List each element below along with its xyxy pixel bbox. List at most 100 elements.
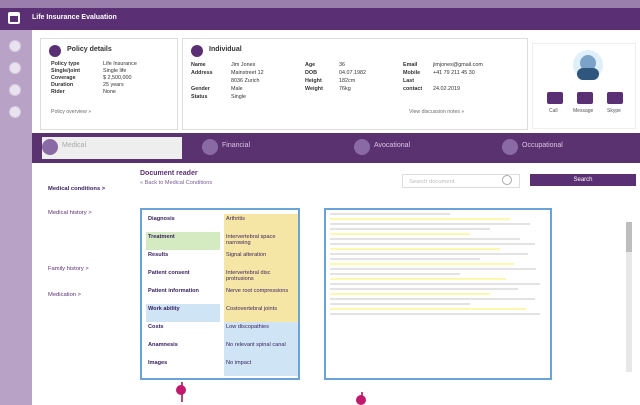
doc-line (330, 228, 490, 230)
individual-title: Individual (209, 46, 242, 53)
grid-key: Images (148, 360, 168, 366)
nav-medical-history[interactable]: Medical history > (48, 210, 92, 216)
policy-row-label: Coverage (51, 75, 76, 81)
document-preview (324, 208, 552, 380)
skype-label: Skype (607, 108, 621, 114)
grid-row: Costs Low discopathies (146, 322, 298, 340)
grid-value: Nerve root compressions (224, 286, 298, 304)
search-button[interactable]: Search (530, 174, 636, 186)
policy-title: Policy details (67, 46, 112, 53)
app-title: Life Insurance Evaluation (32, 14, 117, 21)
grid-value: Costovertebral joints (224, 304, 298, 322)
age-label: Age (305, 62, 316, 68)
document-reader: Document reader « Back to Medical Condit… (140, 170, 640, 402)
individual-right: Email jimjones@gmail.com Mobile +41 79 211… (403, 61, 483, 93)
doc-line (330, 223, 530, 225)
policy-row-value: Life Insurance (103, 61, 137, 67)
grid-value: Signal alteration (224, 250, 298, 268)
policy-row-label: Rider (51, 89, 65, 95)
nav-medication[interactable]: Medication > (48, 292, 81, 298)
scroll-thumb[interactable] (626, 222, 632, 252)
tab-occupational[interactable]: Occupational (502, 137, 632, 159)
doc-line (330, 243, 535, 245)
tab-financial-label: Financial (222, 142, 251, 149)
name-label: Name (191, 62, 206, 68)
grid-key: Treatment (146, 232, 220, 250)
doc-line (330, 258, 480, 260)
name-value: Jim Jones (231, 62, 256, 68)
weight-value: 76kg (339, 86, 351, 92)
marker-dot (356, 395, 366, 405)
address-line1: Mainstreet 12 (231, 70, 264, 76)
gender-value: Male (231, 86, 243, 92)
doc-highlight (330, 218, 510, 220)
tab-financial[interactable]: Financial (202, 137, 332, 159)
gender-label: Gender (191, 86, 210, 92)
settings-rail-icon[interactable] (9, 106, 21, 118)
user-rail-icon[interactable] (9, 84, 21, 96)
individual-icon (191, 45, 203, 57)
home-rail-icon[interactable] (9, 62, 21, 74)
grid-value: Intervertebral disc protrusions (224, 268, 298, 286)
skype-icon[interactable] (607, 92, 623, 104)
home-icon[interactable] (8, 12, 20, 24)
nav-family-history[interactable]: Family history > (48, 266, 89, 272)
grid-key: Results (148, 252, 169, 258)
avocational-icon (354, 139, 370, 155)
section-tabs: Medical Financial Avocational Occupation… (32, 133, 640, 163)
doc-line (330, 313, 540, 315)
marker-dot (176, 385, 186, 395)
back-link[interactable]: « Back to Medical Conditions (140, 180, 212, 186)
doc-highlight (330, 233, 470, 235)
status-value: Single (231, 94, 246, 100)
address-line2: 8036 Zurich (231, 78, 260, 84)
individual-middle: Age 36 DOB 04.07.1982 Height 182cm Weight 76… (305, 61, 366, 93)
grid-key: Costs (148, 324, 164, 330)
tab-avocational[interactable]: Avocational (354, 137, 484, 159)
grid-row: Work ability Costovertebral joints (146, 304, 298, 322)
grid-row: Results Signal alteration (146, 250, 298, 268)
view-notes-link[interactable]: View discussion notes » (409, 109, 464, 115)
grid-value: Low discopathies (224, 322, 298, 340)
policy-table: Policy type Life Insurance Single/joint Si… (51, 61, 161, 96)
call-icon[interactable] (547, 92, 563, 104)
grid-key: Anamnesis (148, 342, 178, 348)
tab-medical[interactable]: Medical (42, 137, 182, 159)
menu-icon[interactable] (9, 40, 21, 52)
individual-panel: Individual Name Jim Jones Address Mainstre… (182, 38, 528, 130)
policy-row-label: Single/joint (51, 68, 81, 74)
height-value: 182cm (339, 78, 356, 84)
reader-title: Document reader (140, 170, 198, 177)
medical-icon (42, 139, 58, 155)
tab-medical-label: Medical (62, 142, 87, 149)
lastcontact-label: Last contact (403, 78, 423, 92)
avatar-icon (573, 50, 603, 80)
doc-line (330, 268, 536, 270)
grid-row: Diagnosis Arthritis (146, 214, 298, 232)
doc-line (330, 303, 470, 305)
dob-value: 04.07.1982 (339, 70, 366, 76)
nav-medical-conditions[interactable]: Medical conditions > (48, 186, 105, 192)
search-icon[interactable] (502, 175, 512, 185)
message-icon[interactable] (577, 92, 593, 104)
weight-label: Weight (305, 86, 323, 92)
status-label: Status (191, 94, 208, 100)
grid-key: Patient information (148, 288, 199, 294)
email-value: jimjones@gmail.com (433, 62, 483, 68)
height-label: Height (305, 78, 322, 84)
document-scrollbar[interactable] (626, 222, 632, 372)
grid-value: No impact (224, 358, 298, 376)
dob-label: DOB (305, 70, 317, 76)
policy-row-label: Policy type (51, 61, 80, 67)
main-panel: Policy details Policy type Life Insurance… (32, 30, 640, 405)
grid-row: Treatment Intervertebral space narrowing (146, 232, 298, 250)
policy-overview-link[interactable]: Policy overview » (51, 109, 91, 115)
grid-row: Anamnesis No relevant spinal canal (146, 340, 298, 358)
policy-icon (49, 45, 61, 57)
grid-row: Patient consent Intervertebral disc prot… (146, 268, 298, 286)
doc-highlight (330, 248, 500, 250)
mobile-value: +41 79 211 45 30 (433, 70, 475, 76)
financial-icon (202, 139, 218, 155)
tab-occupational-label: Occupational (522, 142, 563, 149)
title-bar: Life Insurance Evaluation (0, 8, 640, 30)
